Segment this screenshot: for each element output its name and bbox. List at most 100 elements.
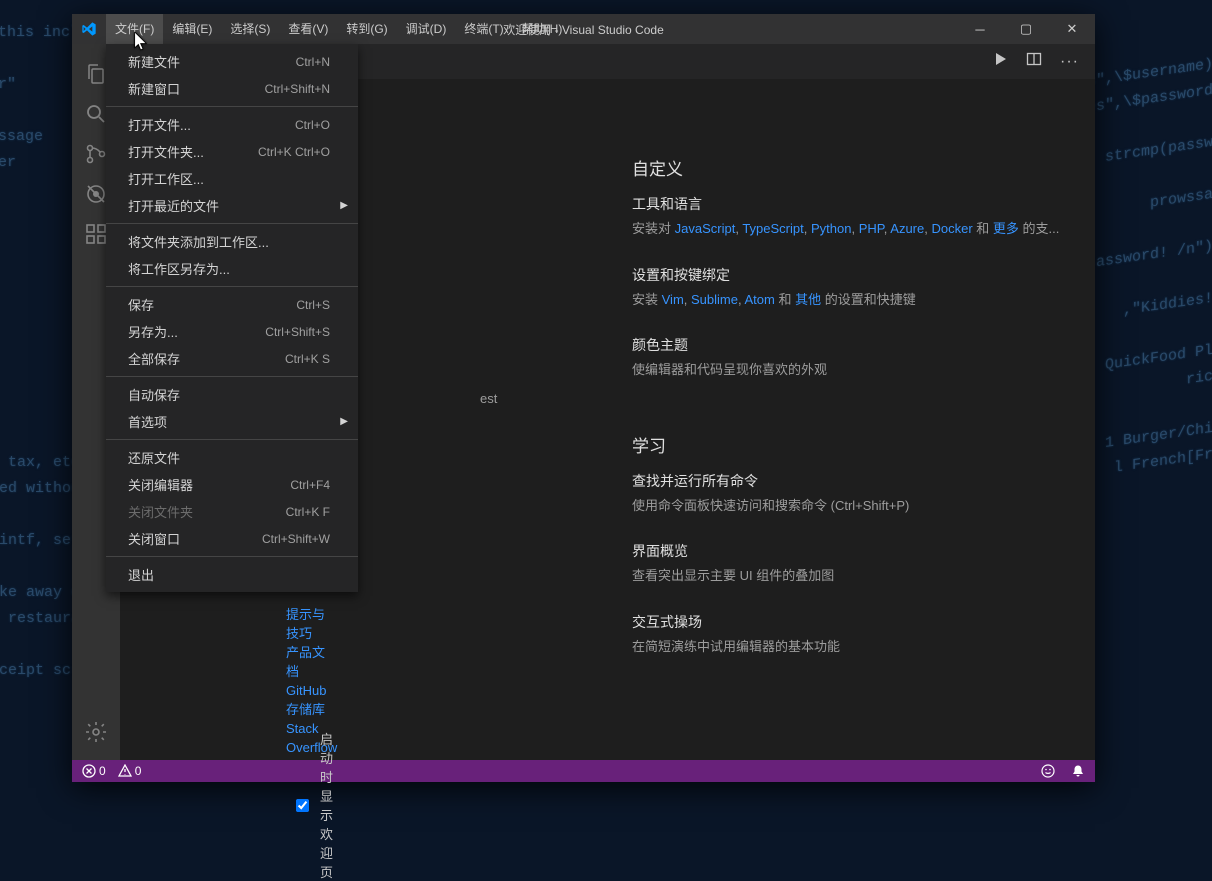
window-controls: ─ ▢ ✕	[957, 14, 1095, 44]
menu-separator	[106, 376, 358, 377]
menu-entry-label: 还原文件	[128, 448, 180, 467]
warning-icon	[118, 764, 132, 778]
show-welcome-checkbox[interactable]: 启动时显示欢迎页	[292, 729, 333, 881]
menu-separator	[106, 223, 358, 224]
tools-languages-section: 工具和语言 安装对 JavaScript, TypeScript, Python…	[632, 194, 1065, 239]
menu-entry-shortcut: Ctrl+K Ctrl+O	[258, 145, 330, 159]
vscode-window: 文件(F) 编辑(E) 选择(S) 查看(V) 转到(G) 调试(D) 终端(T…	[72, 14, 1095, 782]
save-all-item[interactable]: 全部保存Ctrl+K S	[106, 345, 358, 372]
ui-overview-desc: 查看突出显示主要 UI 组件的叠加图	[632, 566, 1065, 586]
menu-entry-label: 新建窗口	[128, 79, 180, 98]
menu-entry-shortcut: Ctrl+S	[296, 298, 330, 312]
run-icon[interactable]	[992, 51, 1008, 72]
submenu-arrow-icon: ▶	[340, 200, 348, 211]
ui-overview-section[interactable]: 界面概览 查看突出显示主要 UI 组件的叠加图	[632, 541, 1065, 586]
open-folder-item[interactable]: 打开文件夹... Ctrl+K Ctrl+O	[106, 138, 358, 165]
tools-title: 工具和语言	[632, 194, 1065, 214]
open-file-item[interactable]: 打开文件...Ctrl+O	[106, 111, 358, 138]
link-python[interactable]: Python	[811, 221, 851, 236]
close-editor-item[interactable]: 关闭编辑器Ctrl+F4	[106, 471, 358, 498]
menu-entry-shortcut: Ctrl+N	[296, 55, 330, 69]
split-editor-icon[interactable]	[1026, 51, 1042, 72]
link-azure[interactable]: Azure	[890, 221, 924, 236]
save-item[interactable]: 保存Ctrl+S	[106, 291, 358, 318]
menu-entry-shortcut: Ctrl+O	[295, 118, 330, 132]
link-vim[interactable]: Vim	[662, 292, 684, 307]
menu-terminal[interactable]: 终端(T)	[455, 14, 512, 44]
menu-entry-label: 打开文件夹...	[128, 142, 204, 161]
close-button[interactable]: ✕	[1049, 14, 1095, 44]
save-workspace-as-item[interactable]: 将工作区另存为...	[106, 255, 358, 282]
maximize-button[interactable]: ▢	[1003, 14, 1049, 44]
menu-entry-label: 关闭窗口	[128, 529, 180, 548]
playground-desc: 在简短演练中试用编辑器的基本功能	[632, 637, 1065, 657]
menu-entry-label: 全部保存	[128, 349, 180, 368]
new-window-item[interactable]: 新建窗口 Ctrl+Shift+N	[106, 75, 358, 102]
menu-entry-label: 关闭编辑器	[128, 475, 193, 494]
menu-entry-shortcut: Ctrl+Shift+W	[262, 532, 330, 546]
playground-title: 交互式操场	[632, 612, 1065, 632]
status-problems[interactable]: 0 0	[82, 764, 141, 778]
link-github-repo[interactable]: GitHub 存储库	[286, 681, 337, 719]
playground-section[interactable]: 交互式操场 在简短演练中试用编辑器的基本功能	[632, 612, 1065, 657]
menu-edit[interactable]: 编辑(E)	[163, 14, 221, 44]
preferences-item[interactable]: 首选项 ▶	[106, 408, 358, 435]
status-bar: 0 0	[72, 760, 1095, 782]
tools-desc: 安装对 JavaScript, TypeScript, Python, PHP,…	[632, 219, 1065, 239]
menu-entry-shortcut: Ctrl+Shift+N	[265, 82, 330, 96]
menu-debug[interactable]: 调试(D)	[397, 14, 456, 44]
settings-desc: 安装 Vim, Sublime, Atom 和 其他 的设置和快捷键	[632, 290, 1065, 310]
settings-keybindings-section: 设置和按键绑定 安装 Vim, Sublime, Atom 和 其他 的设置和快…	[632, 265, 1065, 310]
open-recent-item[interactable]: 打开最近的文件▶	[106, 192, 358, 219]
feedback-smiley-icon[interactable]	[1041, 764, 1055, 778]
close-folder-item: 关闭文件夹Ctrl+K F	[106, 498, 358, 525]
link-php[interactable]: PHP	[859, 221, 884, 236]
link-javascript[interactable]: JavaScript	[675, 221, 736, 236]
revert-file-item[interactable]: 还原文件	[106, 444, 358, 471]
find-commands-title: 查找并运行所有命令	[632, 471, 1065, 491]
link-more-langs[interactable]: 更多	[993, 221, 1019, 236]
color-theme-section[interactable]: 颜色主题 使编辑器和代码呈现你喜欢的外观	[632, 335, 1065, 380]
warning-count: 0	[135, 764, 142, 778]
titlebar: 文件(F) 编辑(E) 选择(S) 查看(V) 转到(G) 调试(D) 终端(T…	[72, 14, 1095, 44]
autosave-item[interactable]: 自动保存	[106, 381, 358, 408]
show-welcome-input[interactable]	[296, 799, 309, 812]
save-as-item[interactable]: 另存为...Ctrl+Shift+S	[106, 318, 358, 345]
link-sublime[interactable]: Sublime	[691, 292, 738, 307]
more-actions-icon[interactable]: ···	[1060, 53, 1079, 71]
menu-separator	[106, 556, 358, 557]
submenu-arrow-icon: ▶	[340, 416, 348, 427]
minimize-button[interactable]: ─	[957, 14, 1003, 44]
customize-heading: 自定义	[632, 155, 1065, 180]
menu-go[interactable]: 转到(G)	[337, 14, 396, 44]
menu-help[interactable]: 帮助(H)	[513, 14, 572, 44]
menu-entry-label: 将工作区另存为...	[128, 259, 230, 278]
settings-title: 设置和按键绑定	[632, 265, 1065, 285]
vscode-logo-icon	[72, 21, 106, 37]
link-docker[interactable]: Docker	[931, 221, 972, 236]
close-window-item[interactable]: 关闭窗口 Ctrl+Shift+W	[106, 525, 358, 552]
menu-selection[interactable]: 选择(S)	[221, 14, 279, 44]
new-file-item[interactable]: 新建文件Ctrl+N	[106, 48, 358, 75]
menu-entry-label: 首选项	[128, 412, 167, 431]
ui-overview-title: 界面概览	[632, 541, 1065, 561]
link-typescript[interactable]: TypeScript	[742, 221, 803, 236]
menu-view[interactable]: 查看(V)	[279, 14, 337, 44]
link-docs[interactable]: 产品文档	[286, 643, 337, 681]
menu-entry-label: 自动保存	[128, 385, 180, 404]
settings-gear-icon[interactable]	[72, 712, 120, 752]
link-atom[interactable]: Atom	[745, 292, 775, 307]
notifications-bell-icon[interactable]	[1071, 764, 1085, 778]
link-other-keymaps[interactable]: 其他	[795, 292, 821, 307]
menu-entry-label: 打开工作区...	[128, 169, 204, 188]
menu-separator	[106, 106, 358, 107]
menu-entry-label: 退出	[128, 565, 154, 584]
menu-entry-shortcut: Ctrl+K F	[286, 505, 330, 519]
open-workspace-item[interactable]: 打开工作区...	[106, 165, 358, 192]
add-folder-item[interactable]: 将文件夹添加到工作区...	[106, 228, 358, 255]
find-commands-section[interactable]: 查找并运行所有命令 使用命令面板快速访问和搜索命令 (Ctrl+Shift+P)	[632, 471, 1065, 516]
recent-fragment: est	[480, 391, 497, 406]
link-tips[interactable]: 提示与技巧	[286, 605, 337, 643]
exit-item[interactable]: 退出	[106, 561, 358, 588]
menu-entry-shortcut: Ctrl+Shift+S	[265, 325, 330, 339]
